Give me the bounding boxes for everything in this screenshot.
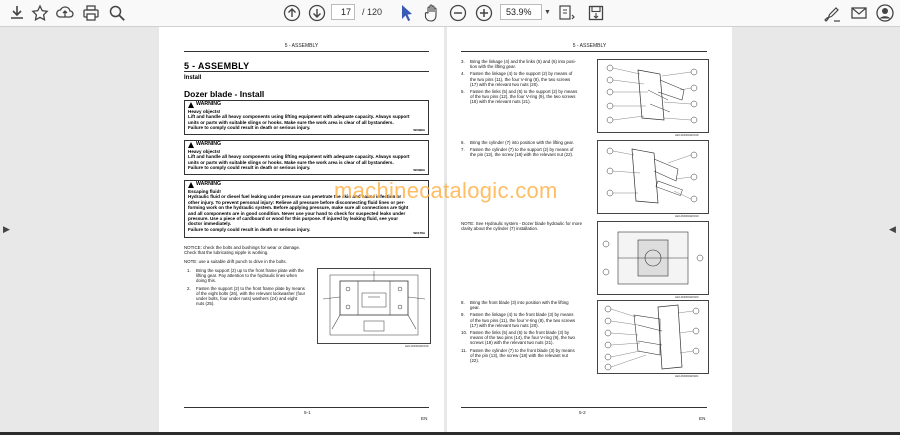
divider (184, 71, 429, 72)
divider (461, 407, 707, 408)
step-list: 1. Bring the support (2) up to the front … (187, 268, 313, 308)
step-list: 6. Bring the cylinder (7) into position w… (461, 140, 595, 160)
step-item: 4. Fasten the linkage (4) to the support … (461, 71, 573, 87)
warning-icon (188, 142, 194, 148)
figure-code: LEIL06DRAW0019 (675, 214, 699, 218)
step-item: 1. Bring the support (2) up to the front … (187, 268, 304, 284)
figure-code: LEIL06DRAW0018 (675, 133, 699, 137)
page-5-1: 5 - ASSEMBLY 5 - ASSEMBLY Install Dozer … (159, 27, 444, 432)
section-title: Install (184, 75, 202, 81)
divider (461, 51, 707, 52)
collapse-right-icon[interactable]: ◀ (889, 224, 896, 235)
warning-icon (188, 102, 194, 108)
topic-title: Dozer blade - Install (184, 89, 265, 99)
watermark: machinecatalogic.com (334, 178, 558, 203)
pin-detail-figure (597, 221, 709, 295)
bookmark-icon[interactable] (30, 3, 50, 23)
figure-code: LEIL06DRAW0016 (405, 344, 429, 348)
zoom-level-select[interactable]: 53.9% (500, 4, 542, 20)
notice-text: NOTICE: check the bolts and bushings for… (184, 245, 301, 256)
select-icon[interactable] (397, 3, 417, 23)
download-icon[interactable] (7, 3, 27, 23)
warning-label: WARNING (196, 181, 222, 188)
zoom-in-icon[interactable] (474, 3, 494, 23)
chapter-title: 5 - ASSEMBLY (184, 61, 250, 71)
save-icon[interactable] (586, 3, 606, 23)
step-item: 5. Fasten the links (5) and (6) to the su… (461, 89, 578, 105)
document-viewer: 5 - ASSEMBLY 5 - ASSEMBLY Install Dozer … (159, 27, 732, 432)
account-icon[interactable] (875, 3, 895, 23)
step-item: 2. Fasten the support (2) to the front fr… (187, 285, 306, 307)
zoom-icon[interactable] (107, 3, 127, 23)
warning-label: WARNING (196, 101, 222, 108)
divider (184, 407, 429, 408)
hand-icon[interactable] (422, 3, 442, 23)
chevron-down-icon[interactable]: ▼ (544, 9, 551, 16)
running-head: 5 - ASSEMBLY (572, 43, 607, 49)
viewer-toolbar: 17 / 120 53.9% ▼ (0, 0, 900, 27)
page-total: / 120 (362, 7, 383, 17)
warning-box: WARNING Heavy objects! Lift and handle a… (184, 140, 429, 175)
step-item: 6. Bring the cylinder (7) into position w… (461, 140, 574, 145)
linkage-figure (597, 59, 709, 133)
warning-code: W0398A (413, 167, 425, 172)
warning-icon (188, 182, 194, 188)
page-5-2: 5 - ASSEMBLY 3. Bring the linkage (4) and… (447, 27, 732, 432)
step-item: 3. Bring the linkage (4) and the links (5… (461, 59, 576, 70)
print-icon[interactable] (81, 3, 101, 23)
step-item: 9. Fasten the linkage (4) to the front bl… (461, 312, 576, 328)
upload-icon[interactable] (55, 3, 75, 23)
warning-code: W0178A (413, 230, 425, 235)
collapse-left-icon[interactable]: ▶ (3, 224, 10, 235)
sign-icon[interactable] (822, 3, 842, 23)
warning-text: Lift and handle all heavy components usi… (188, 154, 410, 171)
mail-icon[interactable] (849, 3, 869, 23)
warning-code: W0398A (413, 127, 425, 132)
cylinder-figure (597, 140, 709, 214)
page-mode-icon[interactable] (556, 3, 576, 23)
figure-code: LEIL06DRAW0021 (675, 374, 699, 378)
note-text: NOTE: use a suitable drift punch to driv… (184, 259, 287, 264)
step-item: 11. Fasten the cylinder (7) to the front … (461, 347, 575, 364)
zoom-out-icon[interactable] (448, 3, 468, 23)
page-number: 5-1 (304, 410, 311, 415)
next-page-icon[interactable] (307, 3, 327, 23)
divider (184, 51, 429, 52)
figure-code: LEIL06DRAW0020 (675, 295, 699, 299)
step-item: 7. Fasten the cylinder (7) to the support… (461, 147, 574, 158)
warning-label: WARNING (196, 141, 222, 148)
prev-page-icon[interactable] (282, 3, 302, 23)
front-blade-figure (597, 300, 709, 374)
language-code: EN (699, 416, 706, 421)
language-code: EN (421, 416, 428, 421)
step-list: 8. Bring the front blade (3) into positio… (461, 300, 595, 365)
warning-box: WARNING Heavy objects! Lift and handle a… (184, 100, 429, 135)
assembly-figure (317, 268, 431, 344)
step-item: 8. Bring the front blade (3) into positio… (461, 300, 569, 311)
step-item: 10. Fasten the links (5) and (6) to the f… (461, 330, 575, 346)
step-list: 3. Bring the linkage (4) and the links (5… (461, 59, 595, 107)
page-number-input[interactable]: 17 (331, 4, 355, 20)
warning-text: Lift and handle all heavy components usi… (188, 114, 410, 131)
page-number: 5-2 (579, 410, 586, 415)
running-head: 5 - ASSEMBLY (284, 43, 319, 49)
